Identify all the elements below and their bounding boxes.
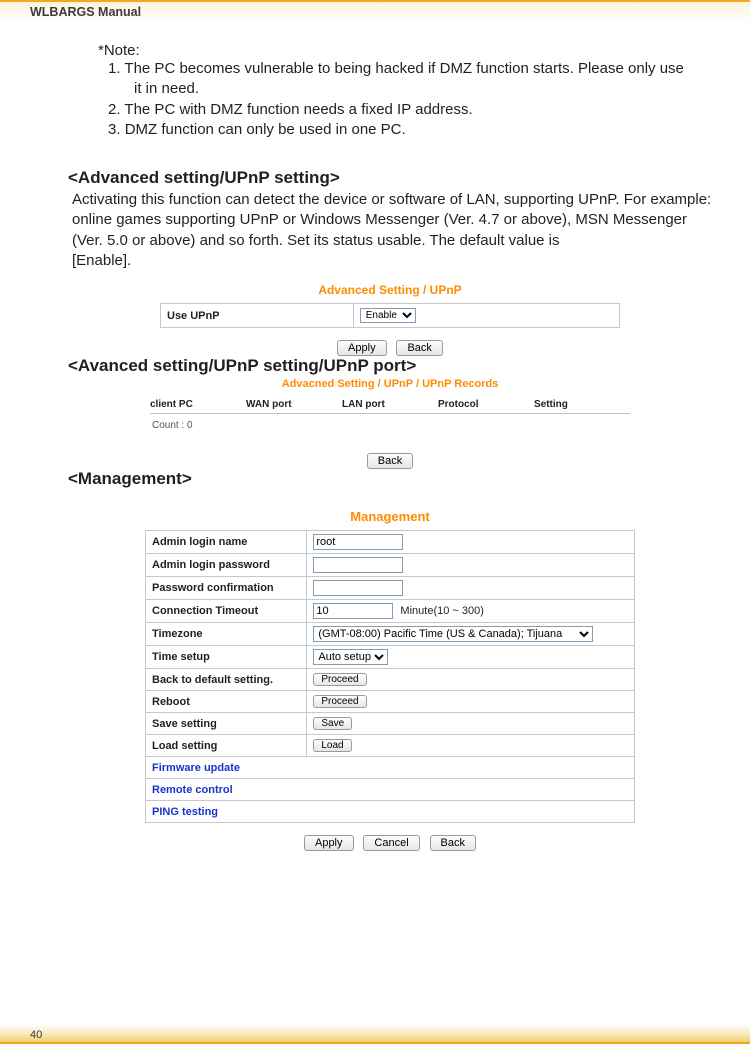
- col-wan-port: WAN port: [246, 399, 342, 410]
- screenshot-upnp-setting: Advanced Setting / UPnP Use UPnP Enable …: [160, 283, 620, 356]
- screenshot-title-upnp: Advanced Setting / UPnP: [160, 283, 620, 297]
- col-client-pc: client PC: [150, 399, 246, 410]
- upnp-table: Use UPnP Enable: [160, 303, 620, 328]
- label-save-setting: Save setting: [146, 713, 307, 735]
- section-body-upnp-setting: Activating this function can detect the …: [72, 190, 712, 271]
- label-password-confirmation: Password confirmation: [146, 577, 307, 600]
- link-ping-testing[interactable]: PING testing: [146, 801, 635, 823]
- proceed-default-button[interactable]: Proceed: [313, 673, 366, 686]
- section-title-upnp-port: <Avanced setting/UPnP setting/UPnP port>: [68, 356, 712, 376]
- doc-title: WLBARGS Manual: [30, 5, 141, 19]
- back-button[interactable]: Back: [367, 453, 413, 469]
- note-block: *Note: 1. The PC becomes vulnerable to b…: [98, 42, 712, 140]
- back-button[interactable]: Back: [396, 340, 442, 356]
- screenshot-title-upnp-records: Advacned Setting / UPnP / UPnP Records: [150, 378, 630, 390]
- label-timezone: Timezone: [146, 623, 307, 646]
- page-number: 40: [30, 1029, 42, 1041]
- col-setting: Setting: [534, 399, 630, 410]
- label-admin-login-password: Admin login password: [146, 554, 307, 577]
- back-button[interactable]: Back: [430, 835, 476, 851]
- doc-header: WLBARGS Manual: [0, 2, 750, 24]
- label-connection-timeout: Connection Timeout: [146, 600, 307, 623]
- note-item-1: 1. The PC becomes vulnerable to being ha…: [108, 59, 712, 100]
- cancel-button[interactable]: Cancel: [363, 835, 419, 851]
- records-count: Count : 0: [150, 414, 630, 441]
- use-upnp-select[interactable]: Enable: [360, 308, 416, 323]
- apply-button[interactable]: Apply: [337, 340, 387, 356]
- note-title: *Note:: [98, 42, 712, 59]
- label-back-default: Back to default setting.: [146, 669, 307, 691]
- load-button[interactable]: Load: [313, 739, 351, 752]
- col-protocol: Protocol: [438, 399, 534, 410]
- management-table: Admin login name Admin login password Pa…: [145, 530, 635, 823]
- upnp-row-value-cell: Enable: [353, 304, 619, 328]
- admin-login-password-input[interactable]: [313, 557, 403, 573]
- section-title-management: <Management>: [68, 469, 712, 489]
- footer-band: [0, 1024, 750, 1044]
- note-item-2: 2. The PC with DMZ function needs a fixe…: [108, 100, 712, 120]
- connection-timeout-hint: Minute(10 ~ 300): [400, 605, 483, 617]
- screenshot-title-management: Management: [145, 509, 635, 524]
- admin-login-name-input[interactable]: [313, 534, 403, 550]
- label-admin-login-name: Admin login name: [146, 531, 307, 554]
- time-setup-select[interactable]: Auto setup: [313, 649, 388, 665]
- section-title-upnp-setting: <Advanced setting/UPnP setting>: [68, 168, 712, 188]
- password-confirmation-input[interactable]: [313, 580, 403, 596]
- connection-timeout-input[interactable]: [313, 603, 393, 619]
- note-item-3: 3. DMZ function can only be used in one …: [108, 120, 712, 140]
- label-reboot: Reboot: [146, 691, 307, 713]
- apply-button[interactable]: Apply: [304, 835, 354, 851]
- col-lan-port: LAN port: [342, 399, 438, 410]
- save-button[interactable]: Save: [313, 717, 352, 730]
- link-remote-control[interactable]: Remote control: [146, 779, 635, 801]
- timezone-select[interactable]: (GMT-08:00) Pacific Time (US & Canada); …: [313, 626, 593, 642]
- screenshot-upnp-records: Advacned Setting / UPnP / UPnP Records c…: [150, 378, 630, 469]
- records-header-row: client PC WAN port LAN port Protocol Set…: [150, 396, 630, 414]
- screenshot-management: Management Admin login name Admin login …: [145, 509, 635, 851]
- link-firmware-update[interactable]: Firmware update: [146, 757, 635, 779]
- label-time-setup: Time setup: [146, 646, 307, 669]
- upnp-row-label: Use UPnP: [161, 304, 354, 328]
- proceed-reboot-button[interactable]: Proceed: [313, 695, 366, 708]
- label-load-setting: Load setting: [146, 735, 307, 757]
